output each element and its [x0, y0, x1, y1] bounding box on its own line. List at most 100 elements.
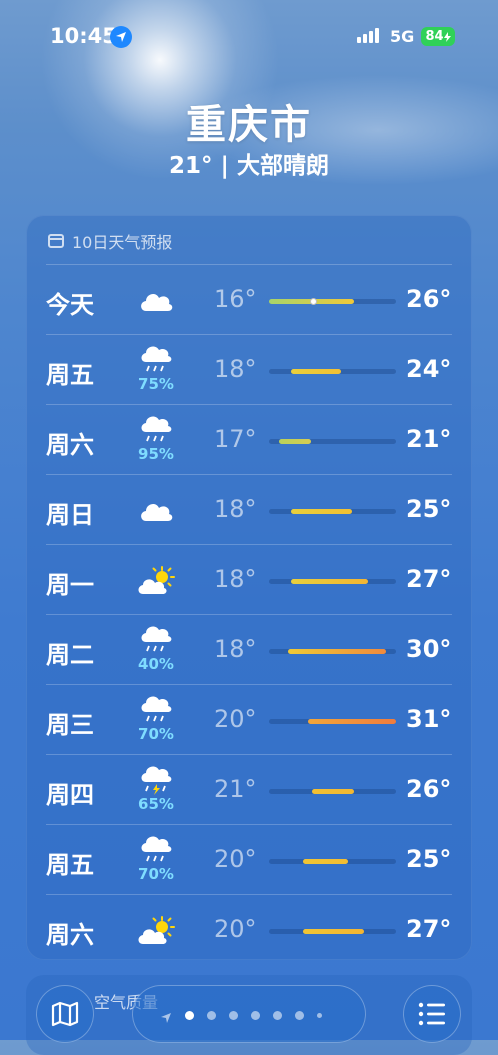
list-icon [418, 1002, 445, 1026]
signal-icon [357, 28, 379, 43]
forecast-day-label: 周六 [46, 921, 94, 949]
rain-cloud-icon [138, 343, 174, 377]
forecast-header-label: 10日天气预报 [72, 233, 173, 252]
forecast-row[interactable]: 周六 20° 27° [26, 895, 472, 965]
status-time: 10:45 [50, 24, 117, 48]
battery-indicator: 84 [421, 27, 455, 46]
temp-range-bar [312, 789, 355, 794]
forecast-row[interactable]: 周三 70% 20° 31° [26, 685, 472, 755]
forecast-day-label: 今天 [46, 291, 94, 319]
charging-bolt-icon [443, 31, 451, 42]
weather-icon-group: 95% [132, 413, 180, 469]
calendar-icon [48, 234, 64, 248]
temp-range-track [269, 649, 396, 654]
forecast-header: 10日天气预报 [48, 229, 172, 253]
forecast-day-label: 周三 [46, 711, 94, 739]
city-list-button[interactable] [403, 985, 461, 1043]
page-dot[interactable] [229, 1010, 238, 1020]
page-indicator[interactable] [132, 985, 366, 1043]
forecast-row[interactable]: 今天 16° 26° [26, 265, 472, 335]
weather-icon-group [132, 553, 180, 609]
weather-icon-group [132, 273, 180, 329]
battery-level: 84 [425, 29, 444, 44]
page-dot[interactable] [207, 1010, 216, 1020]
page-dot[interactable] [295, 1010, 304, 1020]
temp-range-track [269, 859, 396, 864]
weather-icon-group [132, 483, 180, 539]
forecast-day-label: 周四 [46, 781, 94, 809]
forecast-day-label: 周二 [46, 641, 94, 669]
high-temp: 27° [406, 915, 452, 943]
precipitation-chance: 40% [138, 655, 174, 673]
temp-range-bar [290, 579, 369, 584]
low-temp: 20° [214, 705, 257, 733]
forecast-day-label: 周日 [46, 501, 94, 529]
cloud-icon [137, 497, 175, 525]
forecast-day-label: 周五 [46, 851, 94, 879]
rain-cloud-icon [138, 623, 174, 657]
high-temp: 31° [406, 705, 452, 733]
temp-range-track [269, 369, 396, 374]
forecast-day-label: 周一 [46, 571, 94, 599]
low-temp: 20° [214, 915, 257, 943]
status-bar: 10:45 5G 84 [0, 0, 498, 72]
temp-range-track [269, 439, 396, 444]
weather-icon-group: 70% [132, 693, 180, 749]
low-temp: 18° [214, 495, 257, 523]
weather-icon-group: 65% [132, 763, 180, 819]
temp-range-bar [288, 649, 386, 654]
forecast-day-label: 周六 [46, 431, 94, 459]
map-button[interactable] [36, 985, 94, 1043]
low-temp: 18° [214, 565, 257, 593]
forecast-row[interactable]: 周日 18° 25° [26, 475, 472, 545]
page-dot[interactable] [251, 1010, 260, 1020]
partly-sunny-icon [136, 565, 176, 597]
temp-range-bar [303, 929, 365, 934]
rain-cloud-icon [138, 833, 174, 867]
temp-range-bar [308, 719, 396, 724]
low-temp: 18° [214, 355, 257, 383]
city-name: 重庆市 [186, 102, 312, 148]
forecast-row[interactable]: 周二 40% 18° 30° [26, 615, 472, 685]
high-temp: 21° [406, 425, 452, 453]
page-dot[interactable] [273, 1010, 282, 1020]
page-dots [160, 1009, 322, 1023]
low-temp: 18° [214, 635, 257, 663]
precipitation-chance: 75% [138, 375, 174, 393]
temp-range-bar [303, 859, 348, 864]
location-nav-icon [160, 1009, 172, 1023]
temp-range-bar [290, 369, 342, 374]
page-dot[interactable] [317, 1012, 322, 1018]
temp-range-bar [279, 439, 311, 444]
temp-range-track [269, 579, 396, 584]
high-temp: 25° [406, 845, 452, 873]
temp-range-track [269, 298, 396, 305]
map-icon [51, 1001, 79, 1027]
network-type: 5G [390, 27, 415, 46]
high-temp: 30° [406, 635, 452, 663]
precipitation-chance: 70% [138, 725, 174, 743]
forecast-row[interactable]: 周四 65% 21° 26° [26, 755, 472, 825]
rain-cloud-icon [138, 413, 174, 447]
precipitation-chance: 65% [138, 795, 174, 813]
low-temp: 21° [214, 775, 257, 803]
high-temp: 26° [406, 775, 452, 803]
high-temp: 24° [406, 355, 452, 383]
temp-range-track [269, 719, 396, 724]
weather-icon-group: 70% [132, 833, 180, 889]
forecast-row[interactable]: 周六 95% 17° 21° [26, 405, 472, 475]
temp-range-track [269, 509, 396, 514]
weather-icon-group: 40% [132, 623, 180, 679]
forecast-row[interactable]: 周一 18° 27° [26, 545, 472, 615]
low-temp: 20° [214, 845, 257, 873]
weather-icon-group: 75% [132, 343, 180, 399]
forecast-row[interactable]: 周五 70% 20° 25° [26, 825, 472, 895]
location-arrow-icon [110, 26, 132, 48]
cloud-icon [137, 287, 175, 315]
precipitation-chance: 70% [138, 865, 174, 883]
high-temp: 27° [406, 565, 452, 593]
high-temp: 25° [406, 495, 452, 523]
forecast-row[interactable]: 周五 75% 18° 24° [26, 335, 472, 405]
ten-day-forecast-card: 10日天气预报 今天 16° 26° 周五 75% 18° 24° 周六 95% 17° 21° 周日… [26, 215, 472, 960]
page-dot[interactable] [185, 1010, 194, 1020]
